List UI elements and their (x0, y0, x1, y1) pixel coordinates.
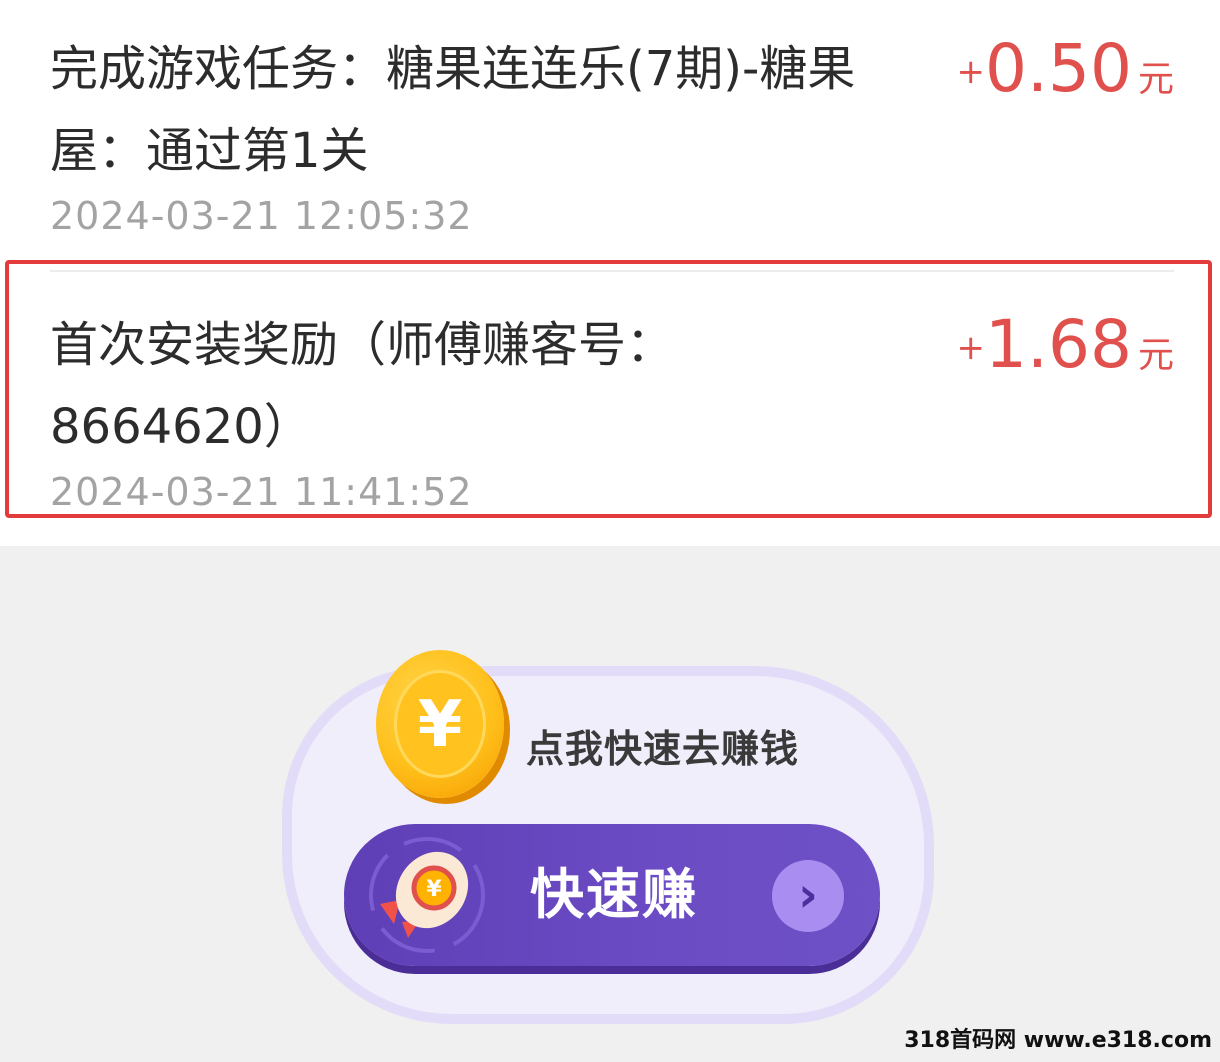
coin-symbol: ¥ (394, 670, 486, 778)
svg-text:¥: ¥ (426, 877, 442, 902)
amount-value: 0.50 (985, 30, 1132, 107)
amount-sign: + (956, 52, 986, 92)
quick-earn-button[interactable]: ¥ 快速赚 › (344, 824, 880, 966)
transaction-record[interactable]: 完成游戏任务：糖果连连乐(7期)-糖果屋：通过第1关 +0.50 元 2024-0… (50, 28, 1174, 238)
transaction-title: 完成游戏任务：糖果连连乐(7期)-糖果屋：通过第1关 (50, 41, 856, 179)
transaction-amount: +0.50 元 (957, 28, 1174, 110)
promo-cta-text[interactable]: 点我快速去赚钱 (526, 718, 799, 773)
highlight-box (5, 260, 1212, 518)
rocket-icon: ¥ (369, 837, 485, 953)
watermark: 318首码网 www.e318.com (904, 1028, 1212, 1053)
promo-section: ¥ 点我快速去赚钱 ¥ 快速赚 › 318首码网 www.e318.com (0, 546, 1220, 1062)
coin-icon: ¥ (376, 650, 504, 798)
quick-earn-label: 快速赚 (530, 863, 698, 926)
transaction-list: 完成游戏任务：糖果连连乐(7期)-糖果屋：通过第1关 +0.50 元 2024-0… (0, 0, 1220, 546)
amount-unit: 元 (1137, 59, 1174, 100)
transaction-time: 2024-03-21 12:05:32 (50, 194, 473, 238)
chevron-right-icon: › (772, 860, 844, 932)
